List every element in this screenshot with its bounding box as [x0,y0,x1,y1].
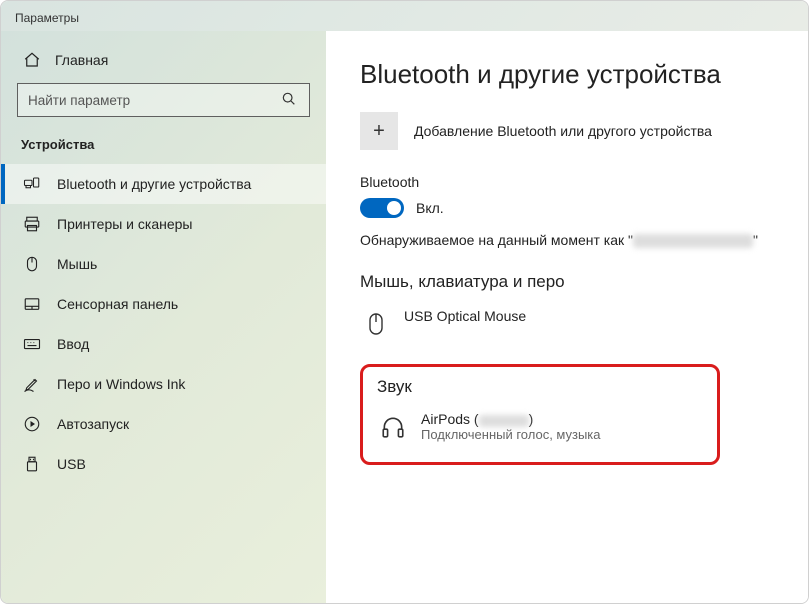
sidebar-item-label: Принтеры и сканеры [57,216,192,232]
touchpad-icon [23,295,41,313]
redacted-airpods-id [479,415,529,427]
sound-section-highlight: Звук AirPods () Подключенный голос, музы… [360,364,720,465]
headphones-icon [379,413,407,441]
section-sound: Звук [377,377,703,397]
section-mouse-keyboard: Мышь, клавиатура и перо [360,272,774,292]
device-status: Подключенный голос, музыка [421,427,601,442]
sidebar-item-usb[interactable]: USB [1,444,326,484]
home-link[interactable]: Главная [1,41,326,83]
sidebar-item-label: Мышь [57,256,97,272]
search-input[interactable] [17,83,310,117]
content-pane: Bluetooth и другие устройства + Добавлен… [326,31,808,603]
home-icon [23,51,41,69]
device-usb-mouse[interactable]: USB Optical Mouse [360,302,774,344]
search-icon [281,91,299,109]
device-airpods[interactable]: AirPods () Подключенный голос, музыка [377,405,703,448]
plus-icon: + [360,112,398,150]
sidebar-item-label: Автозапуск [57,416,129,432]
sidebar-nav: Bluetooth и другие устройства Принтеры и… [1,164,326,484]
sidebar-item-autoplay[interactable]: Автозапуск [1,404,326,444]
sidebar-item-pen[interactable]: Перо и Windows Ink [1,364,326,404]
bluetooth-label: Bluetooth [360,174,774,190]
sidebar-item-touchpad[interactable]: Сенсорная панель [1,284,326,324]
sidebar-item-printers[interactable]: Принтеры и сканеры [1,204,326,244]
sidebar: Главная Устройства Bluetooth и другие ус… [1,31,326,603]
bluetooth-devices-icon [23,175,41,193]
sidebar-item-label: Перо и Windows Ink [57,376,185,392]
keyboard-icon [23,335,41,353]
sidebar-item-typing[interactable]: Ввод [1,324,326,364]
sidebar-item-label: USB [57,456,86,472]
mouse-icon [23,255,41,273]
mouse-icon [362,310,390,338]
sidebar-item-bluetooth[interactable]: Bluetooth и другие устройства [1,164,326,204]
autoplay-icon [23,415,41,433]
usb-icon [23,455,41,473]
sidebar-item-label: Bluetooth и другие устройства [57,176,251,192]
add-device-label: Добавление Bluetooth или другого устройс… [414,123,712,139]
sidebar-category: Устройства [1,131,326,164]
pen-icon [23,375,41,393]
sidebar-item-label: Ввод [57,336,89,352]
window-title: Параметры [1,1,808,31]
home-label: Главная [55,52,108,68]
device-name: USB Optical Mouse [404,308,526,324]
bluetooth-toggle-state: Вкл. [416,200,444,216]
redacted-device-name [633,234,753,248]
printer-icon [23,215,41,233]
page-title: Bluetooth и другие устройства [360,59,774,90]
bluetooth-toggle[interactable] [360,198,404,218]
sidebar-item-mouse[interactable]: Мышь [1,244,326,284]
device-name: AirPods () [421,411,601,427]
sidebar-item-label: Сенсорная панель [57,296,178,312]
search-field[interactable] [28,93,281,108]
add-device-button[interactable]: + Добавление Bluetooth или другого устро… [360,112,774,150]
discoverable-text: Обнаруживаемое на данный момент как "" [360,232,774,248]
